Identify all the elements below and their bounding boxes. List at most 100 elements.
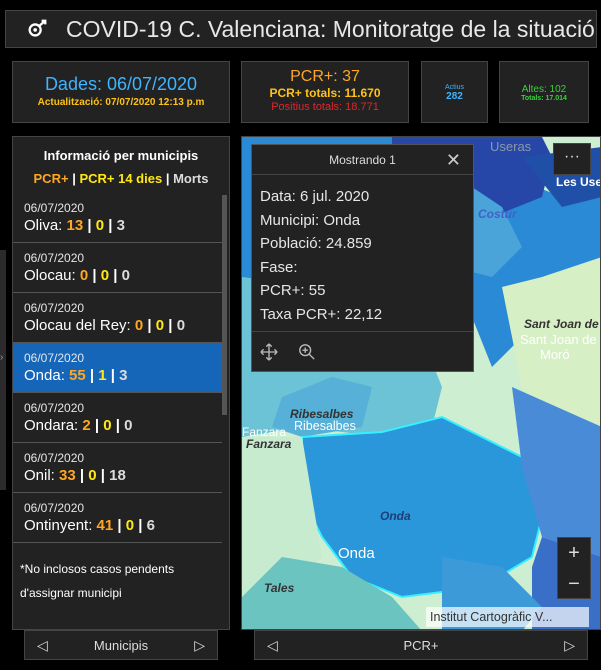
map-label: Sant Joan de <box>524 317 599 331</box>
row-pcr: 0 <box>134 317 144 334</box>
row-pcr14: 0 <box>103 417 112 434</box>
panel-legend: PCR+ | PCR+ 14 dies | Morts <box>13 171 229 186</box>
row-morts: 18 <box>109 467 126 484</box>
row-date: 06/07/2020 <box>24 401 85 415</box>
map-label: Ribesalbes <box>294 419 356 433</box>
list-item[interactable]: 06/07/2020 Onil: 33 | 0 | 18 <box>13 443 222 493</box>
map-label: Onda <box>380 509 411 523</box>
next-arrow-icon[interactable]: ▷ <box>564 637 575 654</box>
list-item[interactable]: 06/07/2020 Olocau: 0 | 0 | 0 <box>13 243 222 293</box>
row-date: 06/07/2020 <box>24 351 85 365</box>
map-label: Tales <box>264 581 295 595</box>
altes-today: Altes: 102 <box>521 84 567 95</box>
legend-pcr14: PCR+ 14 dies <box>79 171 163 186</box>
row-line: Onil: 33 | 0 | 18 <box>24 467 126 484</box>
zoom-out-button[interactable]: − <box>558 569 590 600</box>
row-name: Oliva: <box>24 217 63 234</box>
pcr-totals: PCR+ totals: 11.670 <box>269 86 381 100</box>
popup-line: PCR+: 55 <box>260 282 326 299</box>
feature-popup: Mostrando 1 ✕ Data: 6 jul. 2020 Municipi… <box>251 144 474 372</box>
list-item[interactable]: 06/07/2020 Ondara: 2 | 0 | 0 <box>13 393 222 443</box>
legend-sep: | <box>165 171 170 186</box>
municipis-list: 06/07/2020 Oliva: 13 | 0 | 3 06/07/2020 … <box>13 193 222 543</box>
more-options-button[interactable]: ··· <box>553 143 591 175</box>
chevron-right-icon[interactable]: › <box>0 352 3 363</box>
list-scrollbar[interactable] <box>222 195 227 545</box>
prev-arrow-icon[interactable]: ◁ <box>37 637 48 654</box>
list-item-selected[interactable]: 06/07/2020 Onda: 55 | 1 | 3 <box>13 343 222 393</box>
app-header: COVID-19 C. Valenciana: Monitoratge de l… <box>5 10 597 48</box>
virus-logo-icon <box>28 19 47 37</box>
legend-pcr: PCR+ <box>33 171 69 186</box>
map-attribution[interactable]: Institut Cartogràfic V... <box>426 607 589 627</box>
legend-sep: | <box>72 171 76 186</box>
map-label: Costur <box>478 207 517 221</box>
page-title: COVID-19 C. Valenciana: Monitoratge de l… <box>66 15 595 42</box>
panel-title: Informació per municipis <box>43 148 199 163</box>
actius-card: Actius 282 <box>421 61 488 123</box>
scroll-thumb[interactable] <box>222 195 227 415</box>
row-pcr: 33 <box>59 467 76 484</box>
municipis-panel: Informació per municipis PCR+ | PCR+ 14 … <box>12 136 230 630</box>
zoom-control: + − <box>557 537 591 599</box>
row-pcr: 0 <box>79 267 89 284</box>
pcr-card: PCR+: 37 PCR+ totals: 11.670 Positius to… <box>241 61 409 123</box>
prev-arrow-icon[interactable]: ◁ <box>267 637 278 654</box>
map-label: Les Use <box>556 175 601 189</box>
row-name: Olocau del Rey: <box>24 317 131 334</box>
map-label: Onda <box>338 545 375 562</box>
row-line: Ondara: 2 | 0 | 0 <box>24 417 133 434</box>
altes-totals: Totals: 17.014 <box>521 95 567 102</box>
row-morts: 0 <box>121 267 130 284</box>
row-date: 06/07/2020 <box>24 301 85 315</box>
popup-line: Població: 24.859 <box>260 235 372 252</box>
actius-value: 282 <box>446 91 463 102</box>
map-label: Sant Joan de <box>520 332 597 347</box>
popup-line: Municipi: Onda <box>260 211 361 229</box>
row-pcr14: 0 <box>100 267 110 284</box>
next-arrow-icon[interactable]: ▷ <box>194 637 205 654</box>
update-timestamp: Actualització: 07/07/2020 12:13 p.m <box>37 97 205 108</box>
row-line: Olocau del Rey: 0 | 0 | 0 <box>24 317 186 334</box>
map-label: Fanzara <box>246 437 292 451</box>
layer-nav-bar: ◁ PCR+ ▷ <box>254 630 588 660</box>
row-pcr14: 0 <box>155 317 165 334</box>
row-morts: 0 <box>176 317 186 334</box>
pan-icon[interactable] <box>260 342 278 361</box>
popup-title: Mostrando 1 <box>329 152 396 167</box>
row-pcr14: 1 <box>98 367 107 384</box>
row-pcr: 2 <box>82 417 91 434</box>
data-date: Dades: 06/07/2020 <box>44 74 198 94</box>
pcr-today: PCR+: 37 <box>290 68 360 85</box>
row-name: Onda: <box>24 367 65 384</box>
layer-nav-label: PCR+ <box>403 637 439 653</box>
row-date: 06/07/2020 <box>24 201 85 215</box>
row-date: 06/07/2020 <box>24 451 85 465</box>
close-icon[interactable]: ✕ <box>446 150 461 171</box>
row-morts: 0 <box>124 417 133 434</box>
popup-line: Fase: <box>260 258 298 276</box>
popup-line: Taxa PCR+: 22,12 <box>260 305 383 323</box>
footnote: *No inclosos casos pendents d'assignar m… <box>20 562 175 600</box>
list-item[interactable]: 06/07/2020 Ontinyent: 41 | 0 | 6 <box>13 493 222 543</box>
map-label: Moró <box>540 347 570 362</box>
row-name: Ondara: <box>24 417 79 434</box>
list-item[interactable]: 06/07/2020 Oliva: 13 | 0 | 3 <box>13 193 222 243</box>
row-line: Olocau: 0 | 0 | 0 <box>24 267 130 284</box>
row-pcr: 41 <box>96 517 114 534</box>
zoom-in-button[interactable]: + <box>558 538 590 569</box>
dates-card: Dades: 06/07/2020 Actualització: 07/07/2… <box>12 61 230 123</box>
map-label: Useras <box>490 139 532 154</box>
actius-label: Actius <box>444 84 465 91</box>
positius-totals: Positius totals: 18.771 <box>271 101 379 113</box>
zoom-to-icon[interactable] <box>298 343 316 361</box>
row-line: Onda: 55 | 1 | 3 <box>24 367 128 384</box>
row-line: Oliva: 13 | 0 | 3 <box>24 217 125 234</box>
row-name: Olocau: <box>24 267 76 284</box>
altes-card: Altes: 102 Totals: 17.014 <box>499 61 589 123</box>
list-item[interactable]: 06/07/2020 Olocau del Rey: 0 | 0 | 0 <box>13 293 222 343</box>
row-date: 06/07/2020 <box>24 251 85 265</box>
row-morts: 3 <box>119 367 128 384</box>
row-date: 06/07/2020 <box>24 501 85 515</box>
row-pcr14: 0 <box>125 517 135 534</box>
